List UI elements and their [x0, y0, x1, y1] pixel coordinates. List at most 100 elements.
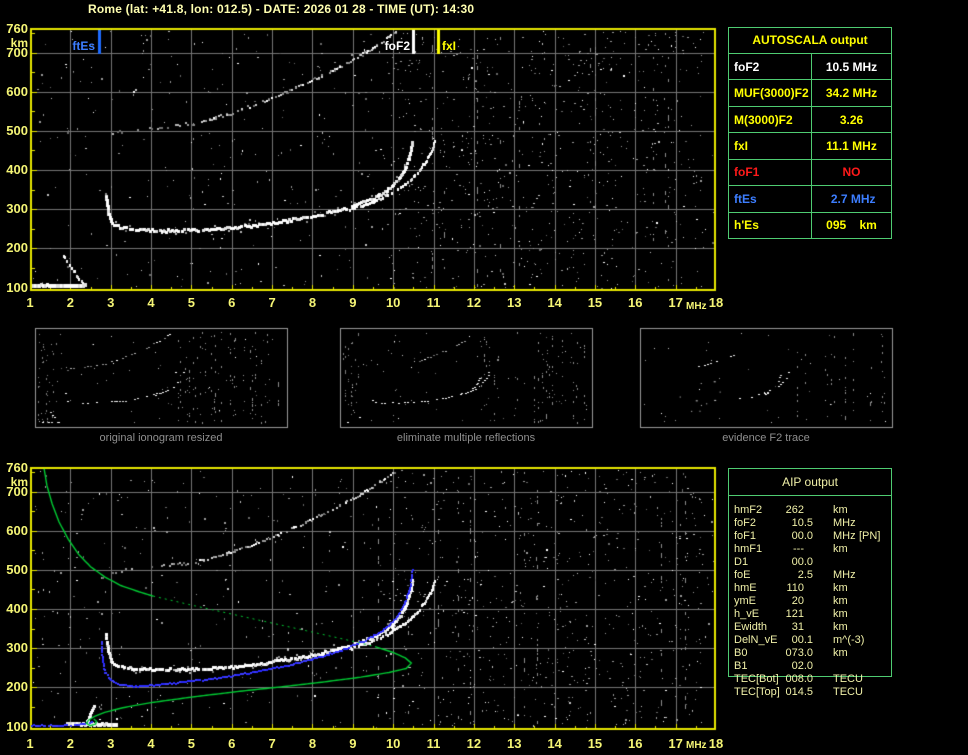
aip-row-value: 073.0: [785, 647, 813, 659]
x-tick-label: 18: [708, 295, 724, 310]
aip-row-value: 00.0: [791, 530, 813, 542]
x-tick-label: 15: [587, 295, 603, 310]
aip-row: foF1 00.0 MHz [PN]: [729, 530, 891, 543]
aip-row-label: foE: [734, 569, 751, 581]
autoscala-row: MUF(3000)F2 34.2 MHz: [729, 79, 891, 106]
y-tick-label: 700: [6, 483, 28, 499]
y-tick-label: 500: [6, 122, 28, 138]
x-tick-label: 16: [628, 736, 643, 751]
autoscala-row-label: h'Es: [729, 212, 812, 238]
autoscala-row-value: 10.5 MHz: [825, 59, 878, 74]
aip-row-unit: km: [833, 595, 848, 607]
marker-label-ftes: ftEs: [72, 39, 95, 53]
x-tick-label: 18: [708, 736, 724, 751]
y-tick-label: 400: [6, 601, 28, 616]
aip-row-unit: TECU: [833, 686, 863, 698]
x-tick-label: 8: [308, 295, 317, 310]
autoscala-row: M(3000)F2 3.26: [729, 105, 891, 133]
aip-row: foF2 10.5 MHz: [729, 517, 891, 530]
aip-row-label: Ewidth: [734, 621, 768, 633]
aip-row-label: D1: [734, 556, 749, 568]
aip-row-value: 10.5: [791, 517, 813, 529]
x-tick-label: 15: [587, 736, 603, 751]
aip-output-panel: AIP output hmF2 262 km foF2 10.5 MHz foF1 00.0 M…: [728, 468, 892, 698]
x-tick-label: 10: [385, 295, 401, 310]
autoscala-row-label: MUF(3000)F2: [729, 80, 812, 106]
x-tick-label: 5: [187, 295, 196, 310]
autoscala-row: foF2 10.5 MHz: [729, 54, 891, 80]
y-tick-label: 300: [6, 201, 28, 217]
aip-row-label: hmF2: [734, 504, 763, 516]
autoscala-row-value: 3.26: [839, 112, 864, 127]
aip-row-label: hmE: [734, 582, 757, 594]
aip-row-unit: MHz: [833, 517, 856, 529]
x-tick-label: 1: [26, 295, 34, 310]
x-tick-label: 12: [466, 736, 482, 751]
autoscala-rows: foF2 10.5 MHz MUF(3000)F2 34.2 MHz M(3000)F2…: [729, 54, 891, 238]
aip-row-value: 014.5: [785, 686, 813, 698]
aip-row-unit: km: [833, 582, 848, 594]
x-tick-label: 17: [668, 736, 683, 751]
y-tick-label: 700: [6, 44, 28, 60]
aip-row-unit: MHz: [833, 530, 856, 542]
aip-row-label: B1: [734, 660, 748, 672]
autoscala-row-label: fxI: [729, 133, 812, 159]
aip-row: foE 2.5 MHz: [729, 569, 891, 582]
autoscala-row-label: ftEs: [729, 186, 812, 212]
aip-row-value: 008.0: [785, 673, 813, 685]
autoscala-row: fxI 11.1 MHz: [729, 132, 891, 159]
x-tick-label: 7: [268, 295, 276, 310]
autoscala-row-value: 2.7 MHz: [827, 191, 876, 206]
aip-row: hmF2 262 km: [729, 504, 891, 517]
aip-row-label: B0: [734, 647, 748, 659]
aip-row-value: 2.5: [797, 569, 813, 581]
aip-row: Ewidth 31 km: [729, 621, 891, 634]
aip-row: ymE 20 km: [729, 595, 891, 608]
x-tick-label: 14: [547, 736, 562, 751]
autoscala-row: h'Es 095 km: [729, 211, 891, 238]
aip-row-label: DelN_vE: [734, 634, 778, 646]
marker-label-fxi: fxI: [442, 39, 457, 53]
aip-row-value: 00.1: [791, 634, 813, 646]
aip-row: D1 00.0: [729, 556, 891, 569]
aip-row: TEC[Top] 014.5 TECU: [729, 686, 891, 699]
aip-row-label: ymE: [734, 595, 756, 607]
x-tick-label: 9: [349, 295, 357, 310]
y-tick-label: 100: [6, 279, 28, 295]
thumbnail-caption-eliminate: eliminate multiple reflections: [396, 432, 536, 444]
autoscala-row: foF1 NO: [729, 158, 891, 186]
autoscala-row-value: NO: [842, 165, 861, 180]
aip-row: TEC[Bot] 008.0 TECU: [729, 673, 891, 686]
autoscala-row-value: 11.1 MHz: [826, 138, 877, 153]
y-tick-label: 760: [6, 21, 28, 36]
x-tick-label: 3: [107, 295, 115, 310]
x-tick-label: 4: [147, 295, 155, 310]
aip-rows: hmF2 262 km foF2 10.5 MHz foF1 00.0 MHz [PN] hmF1-…: [729, 496, 891, 699]
window-title: Rome (lat: +41.8, lon: 012.5) - DATE: 20…: [88, 2, 475, 16]
y-tick-label: 600: [6, 83, 28, 99]
aip-row: B1 02.0: [729, 660, 891, 673]
x-tick-label: 8: [308, 736, 317, 751]
autoscala-row-value: 095 km: [826, 218, 877, 233]
aip-row-value: 262: [785, 504, 804, 516]
x-tick-label: 6: [228, 736, 236, 751]
thumbnail-caption-original: original ionogram resized: [99, 432, 223, 444]
aip-row-value: 02.0: [791, 660, 813, 672]
x-tick-label: 14: [547, 295, 562, 310]
autoscala-row: ftEs 2.7 MHz: [729, 185, 891, 212]
x-tick-label: 2: [66, 736, 74, 751]
x-tick-label: 1: [26, 736, 34, 751]
aip-row-value: 110: [786, 582, 804, 594]
autoscala-window: Rome (lat: +41.8, lon: 012.5) - DATE: 20…: [0, 0, 968, 755]
autoscala-output-panel: AUTOSCALA output foF2 10.5 MHz MUF(3000)F2…: [728, 27, 892, 239]
aip-row-unit: TECU: [833, 673, 863, 685]
x-tick-label: 2: [66, 295, 74, 310]
y-tick-label: 200: [6, 679, 28, 695]
x-tick-label: 17: [668, 295, 683, 310]
aip-row-unit: km: [833, 504, 848, 516]
autoscala-row-label: M(3000)F2: [729, 106, 812, 133]
autoscala-row-label: foF2: [729, 54, 812, 80]
aip-row-unit: m^(-3): [833, 634, 865, 646]
aip-row-label: hmF1: [734, 543, 763, 555]
aip-row-label: foF1: [734, 530, 757, 542]
